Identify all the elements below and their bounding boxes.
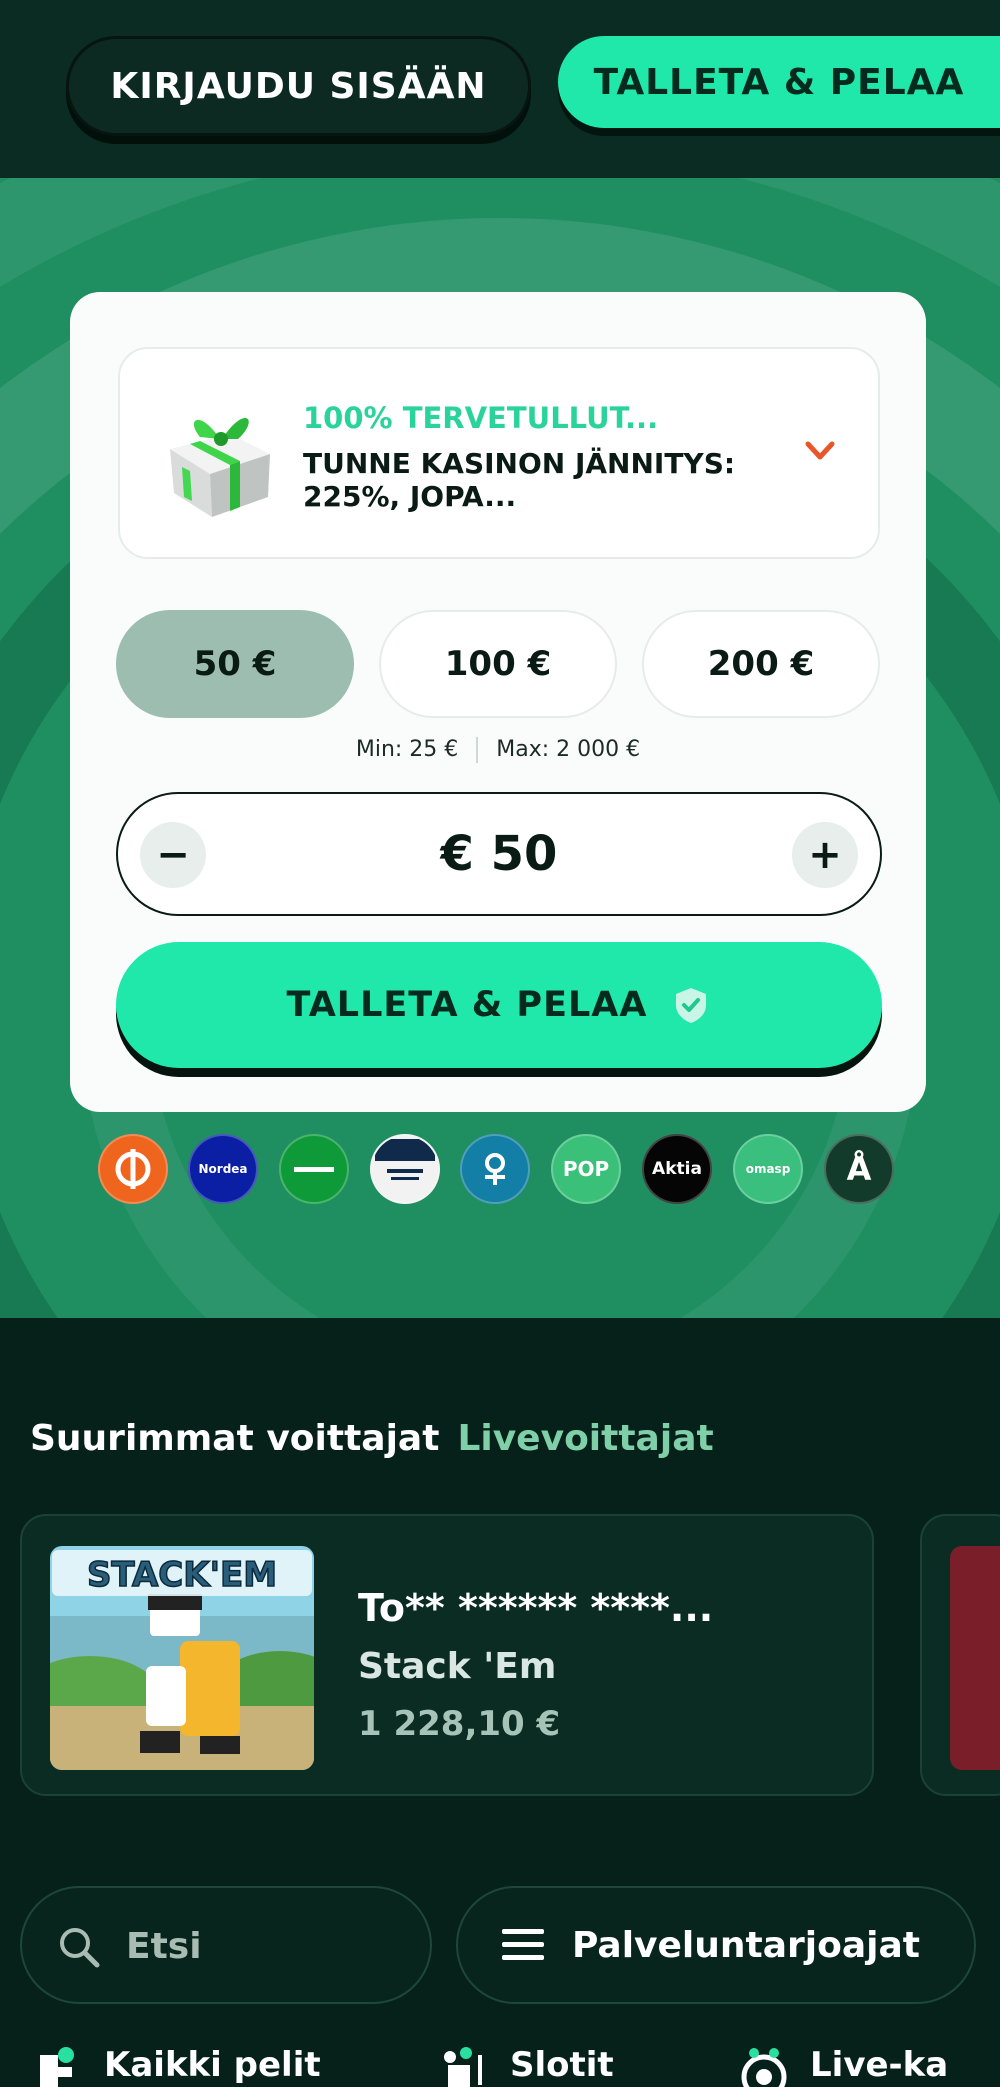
deposit-and-play-button[interactable]: TALLETA & PELAA bbox=[116, 942, 882, 1068]
increase-button[interactable]: + bbox=[792, 822, 858, 888]
nordea-icon: Nordea bbox=[188, 1134, 258, 1204]
providers-button[interactable]: Palveluntarjoajat bbox=[456, 1886, 976, 2004]
bonus-selector[interactable]: 100% TERVETULLUT... TUNNE KASINON JÄNNIT… bbox=[118, 347, 880, 559]
omasp-icon: omasp bbox=[733, 1134, 803, 1204]
handelsbanken-icon bbox=[279, 1134, 349, 1204]
category-label: Live-ka bbox=[810, 2045, 949, 2085]
tab-biggest-winners[interactable]: Suurimmat voittajat bbox=[30, 1418, 439, 1459]
search-field[interactable] bbox=[20, 1886, 432, 2004]
top-bar: KIRJAUDU SISÄÄN TALLETA & PELAA bbox=[0, 0, 1000, 178]
login-button[interactable]: KIRJAUDU SISÄÄN bbox=[66, 36, 531, 136]
thumb-title: STACK'EM bbox=[87, 1555, 277, 1595]
deposit-card: 100% TERVETULLUT... TUNNE KASINON JÄNNIT… bbox=[70, 292, 926, 1112]
omasp-text: omasp bbox=[745, 1162, 791, 1176]
aktia-text: Aktia bbox=[652, 1159, 702, 1179]
amount-option-100[interactable]: 100 € bbox=[379, 610, 617, 718]
alandsbanken-icon: Å bbox=[824, 1134, 894, 1204]
game-thumbnail: STACK'EM bbox=[50, 1546, 314, 1770]
game-thumbnail bbox=[950, 1546, 1000, 1770]
chevron-down-icon[interactable] bbox=[800, 431, 840, 471]
amount-stepper: − € 50 + bbox=[116, 792, 882, 916]
bonus-title: 100% TERVETULLUT... bbox=[303, 401, 659, 435]
all-games-icon bbox=[40, 2047, 74, 2087]
tab-live-winners[interactable]: Livevoittajat bbox=[457, 1418, 713, 1459]
category-slots[interactable]: Slotit bbox=[436, 2045, 614, 2087]
slots-icon bbox=[444, 2047, 482, 2087]
menu-icon bbox=[502, 1929, 544, 1960]
shield-check-icon bbox=[676, 988, 707, 1023]
category-label: Slotit bbox=[510, 2045, 614, 2085]
winners-tabs: Suurimmat voittajat Livevoittajat bbox=[30, 1418, 714, 1459]
nordea-text: Nordea bbox=[198, 1162, 248, 1176]
alandsbanken-text: Å bbox=[846, 1150, 872, 1188]
payment-methods: Nordea POP Aktia omasp Å bbox=[98, 1134, 898, 1206]
pop-icon: POP bbox=[551, 1134, 621, 1204]
winner-card-next[interactable] bbox=[920, 1514, 1000, 1796]
aktia-icon: Aktia bbox=[642, 1134, 712, 1204]
deposit-limits: Min: 25 € Max: 2 000 € bbox=[70, 737, 926, 763]
op-icon bbox=[98, 1134, 168, 1204]
winner-player-name: To** ****** ****... bbox=[358, 1586, 714, 1630]
category-label: Kaikki pelit bbox=[104, 2045, 321, 2085]
min-limit: Min: 25 € bbox=[355, 737, 459, 762]
amount-option-50[interactable]: 50 € bbox=[116, 610, 354, 718]
amount-option-200[interactable]: 200 € bbox=[642, 610, 880, 718]
pop-text: POP bbox=[562, 1157, 610, 1181]
category-nav: Kaikki pelit Slotit Live-ka bbox=[0, 2045, 1000, 2087]
winner-card[interactable]: STACK'EM To** ****** ****... Stack 'Em 1… bbox=[20, 1514, 874, 1796]
live-casino-icon bbox=[741, 2048, 787, 2087]
category-all-games[interactable]: Kaikki pelit bbox=[30, 2045, 321, 2087]
amount-input[interactable]: € 50 bbox=[238, 794, 760, 914]
decrease-button[interactable]: − bbox=[140, 822, 206, 888]
winner-amount: 1 228,10 € bbox=[358, 1704, 561, 1744]
saastopankki-icon bbox=[460, 1134, 530, 1204]
header-deposit-button[interactable]: TALLETA & PELAA bbox=[558, 36, 1000, 128]
deposit-button-label: TALLETA & PELAA bbox=[286, 985, 648, 1025]
divider bbox=[476, 737, 479, 763]
danske-bank-icon bbox=[370, 1134, 440, 1204]
max-limit: Max: 2 000 € bbox=[496, 737, 641, 762]
bonus-description: TUNNE KASINON JÄNNITYS: 225%, JOPA... bbox=[303, 447, 736, 513]
search-input[interactable] bbox=[126, 1918, 406, 1974]
category-live-casino[interactable]: Live-ka bbox=[736, 2045, 948, 2087]
winner-game-name: Stack 'Em bbox=[358, 1646, 557, 1687]
providers-label: Palveluntarjoajat bbox=[572, 1924, 920, 1966]
search-icon bbox=[60, 1928, 100, 1968]
gift-icon bbox=[170, 418, 270, 517]
